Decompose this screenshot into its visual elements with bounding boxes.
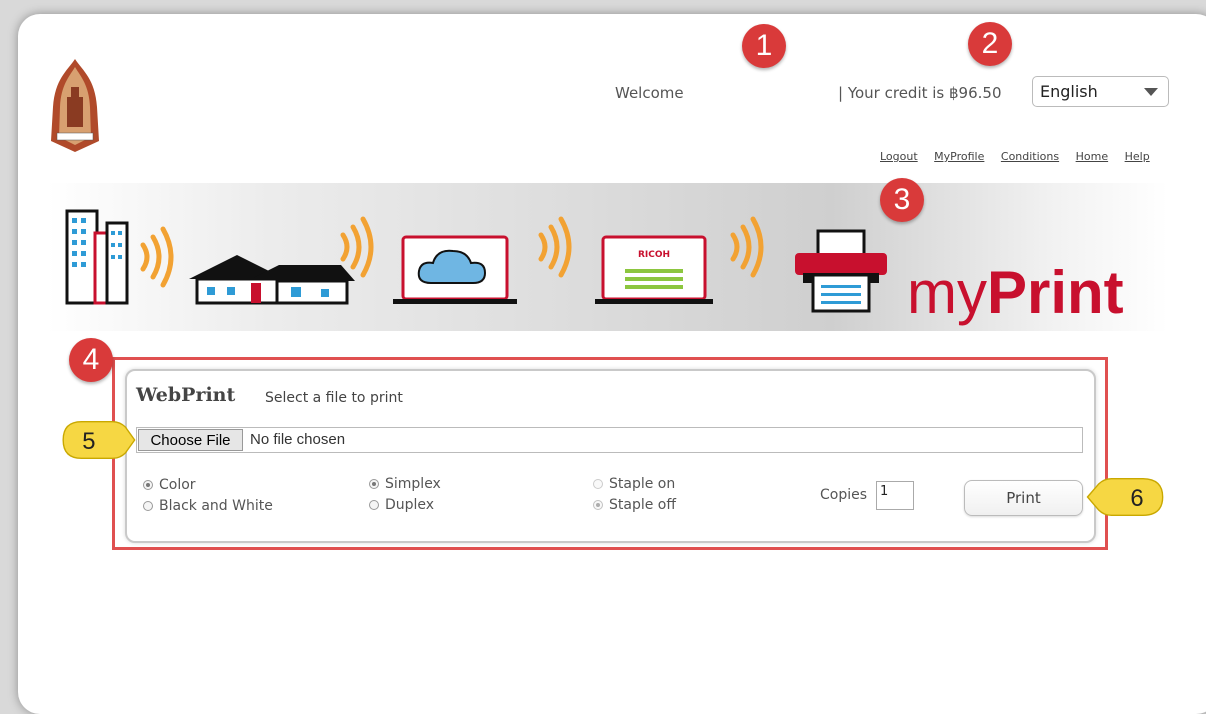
ricoh-label: RICOH	[638, 250, 670, 260]
welcome-text: Welcome	[615, 84, 684, 102]
language-select[interactable]: English	[1032, 76, 1169, 107]
staple-off-label: Staple off	[609, 497, 677, 513]
home-link[interactable]: Home	[1076, 150, 1108, 163]
language-selected-value: English	[1040, 82, 1098, 101]
duplex-radio[interactable]: Duplex	[369, 497, 434, 513]
radio-icon[interactable]	[143, 480, 153, 490]
duplex-label: Duplex	[385, 497, 435, 513]
printer-icon	[795, 229, 887, 313]
logout-link[interactable]: Logout	[880, 150, 918, 163]
radio-icon[interactable]	[369, 479, 379, 489]
radio-icon[interactable]	[593, 500, 603, 510]
annotation-callout-6: 6	[1086, 477, 1164, 517]
webprint-subtitle: Select a file to print	[265, 390, 403, 406]
annotation-callout-5: 5	[62, 420, 136, 460]
buildings-icon	[65, 209, 129, 305]
myprint-brand: myPrint	[907, 258, 1124, 327]
simplex-radio[interactable]: Simplex	[369, 476, 441, 492]
myprofile-link[interactable]: MyProfile	[934, 150, 984, 163]
help-link[interactable]: Help	[1125, 150, 1150, 163]
radio-icon[interactable]	[143, 501, 153, 511]
conditions-link[interactable]: Conditions	[1001, 150, 1059, 163]
annotation-badge-1: 1	[742, 24, 786, 68]
simplex-label: Simplex	[385, 476, 441, 492]
annotation-badge-3: 3	[880, 178, 924, 222]
black-white-radio[interactable]: Black and White	[143, 498, 273, 514]
webprint-title: WebPrint	[136, 384, 236, 406]
brand-bold: Print	[986, 259, 1124, 326]
credit-balance: | Your credit is ฿96.50	[838, 84, 1002, 102]
house-icon	[189, 255, 355, 305]
annotation-badge-4: 4	[69, 338, 113, 382]
staple-off-radio[interactable]: Staple off	[593, 497, 676, 513]
university-logo	[51, 59, 99, 152]
copies-label: Copies	[820, 487, 868, 503]
print-button[interactable]: Print	[964, 480, 1083, 516]
laptop-cloud-icon	[393, 235, 517, 304]
choose-file-button[interactable]: Choose File	[138, 429, 243, 451]
brand-prefix: my	[907, 259, 987, 326]
copies-input[interactable]: 1	[876, 481, 914, 510]
callout-6-number: 6	[1130, 485, 1143, 512]
top-nav-links: Logout MyProfile Conditions Home Help	[880, 150, 1163, 163]
laptop-ricoh-icon: RICOH	[595, 235, 713, 304]
color-label: Color	[159, 477, 196, 493]
chevron-down-icon	[1144, 88, 1158, 96]
black-white-label: Black and White	[159, 498, 273, 514]
callout-5-number: 5	[82, 428, 95, 455]
file-status-text: No file chosen	[250, 431, 346, 448]
staple-on-radio[interactable]: Staple on	[593, 476, 675, 492]
radio-icon[interactable]	[369, 500, 379, 510]
annotation-badge-2: 2	[968, 22, 1012, 66]
radio-icon[interactable]	[593, 479, 603, 489]
staple-on-label: Staple on	[609, 476, 676, 492]
color-radio[interactable]: Color	[143, 477, 196, 493]
